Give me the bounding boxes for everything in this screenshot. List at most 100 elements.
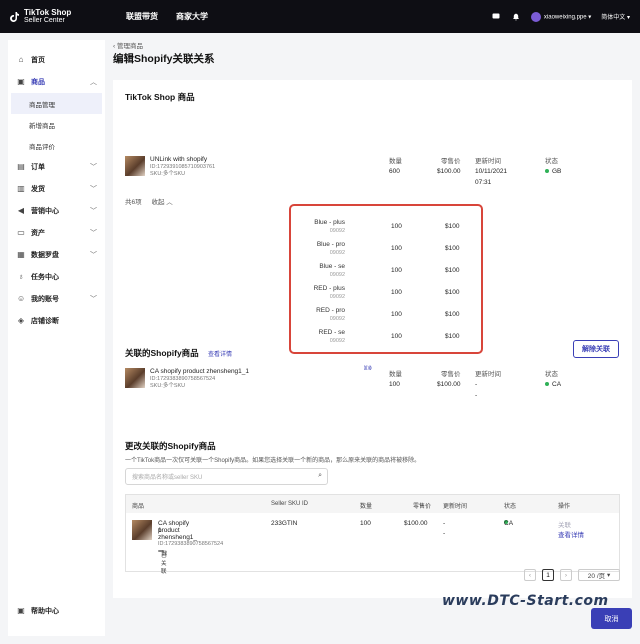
status-dot: [545, 169, 549, 174]
sidebar-item-product-manage[interactable]: 商品管理: [11, 93, 102, 114]
cancel-button[interactable]: 取消: [591, 608, 632, 629]
th-price: 零售价: [413, 504, 432, 510]
sidebar-item-add-product[interactable]: 新增商品: [8, 114, 105, 135]
sku-name: RED - plus: [313, 285, 345, 292]
sidebar: ⌂ 首页 ▣ 商品 ︿ 商品管理 新增商品 商品评价 ▤ 订单 ﹀ ▥ 发货 ﹀ ◀ 营销中心 ﹀…: [8, 40, 105, 636]
product-price: $100.00: [437, 168, 461, 175]
sidebar-item-tasks[interactable]: ♁ 任务中心: [8, 266, 105, 288]
collapse-toggle[interactable]: 收起 ︿: [151, 199, 172, 206]
product-name: UNLink with shopify: [150, 156, 208, 163]
chevron-down-icon: ﹀: [90, 252, 97, 259]
sidebar-item-products[interactable]: ▣ 商品 ︿: [8, 71, 105, 93]
shopify-product-table: 商品 Seller SKU ID 数量 零售价 更新时间 状态 操作 CA sh…: [125, 494, 620, 575]
chevron-down-icon: ﹀: [90, 230, 97, 237]
chevron-down-icon: ﹀: [90, 186, 97, 193]
order-icon: ▤: [17, 162, 25, 171]
next-page-button[interactable]: ›: [560, 569, 572, 581]
prev-page-button[interactable]: ‹: [524, 569, 536, 581]
sku-row: Blue - plus 09092 100 $100: [291, 217, 481, 239]
sidebar-item-assets[interactable]: ▭ 资产 ﹀: [8, 222, 105, 244]
search-icon[interactable]: ⌕: [318, 472, 322, 480]
row-product-id: ID:1729383890758567524: [158, 541, 224, 547]
sidebar-item-label: 资产: [31, 230, 45, 237]
col-price: 零售价: [441, 158, 461, 165]
product-updated: -: [475, 381, 478, 388]
status-badge: CA: [545, 381, 561, 388]
row-price: $100.00: [404, 520, 428, 527]
product-thumbnail: [132, 520, 152, 540]
truck-icon: ▥: [17, 184, 25, 193]
status-text: GB: [552, 168, 562, 175]
status-text: CA: [552, 381, 562, 388]
table-header: 商品 Seller SKU ID 数量 零售价 更新时间 状态 操作: [126, 495, 619, 513]
sku-code: 09092: [329, 250, 345, 256]
sku-name: Blue - se: [319, 263, 345, 270]
tiktok-product-card: TikTok Shop 商品 UNLink with shopify ID:17…: [113, 80, 632, 375]
sku-count-row: 共6项 收起 ︿: [125, 196, 173, 206]
view-details-action[interactable]: 查看详情: [558, 529, 584, 539]
message-icon[interactable]: [491, 12, 501, 22]
sidebar-item-label: 发货: [31, 186, 45, 193]
sidebar-item-reviews[interactable]: 商品评价: [8, 135, 105, 156]
sku-qty: 100: [391, 267, 402, 274]
link-icon: ⛓: [161, 551, 168, 557]
product-sku: SKU:多个SKU: [150, 382, 186, 389]
sku-price: $100: [445, 289, 460, 296]
sku-price: $100: [445, 245, 460, 252]
watermark: www.DTC-Start.com: [442, 593, 609, 609]
sidebar-item-marketing[interactable]: ◀ 营销中心 ﹀: [8, 200, 105, 222]
search-input[interactable]: 搜索商品名称或seller SKU ⌕: [125, 468, 328, 485]
sidebar-item-data-compass[interactable]: ▦ 数据罗盘 ﹀: [8, 244, 105, 266]
sidebar-item-shipping[interactable]: ▥ 发货 ﹀: [8, 178, 105, 200]
breadcrumb[interactable]: ‹ 管理商品: [113, 40, 632, 51]
row-sku-id: 233GTIN: [271, 520, 298, 527]
chevron-down-icon: ﹀: [90, 296, 97, 303]
product-thumbnail: [125, 368, 145, 388]
link-action[interactable]: 关联: [558, 519, 571, 529]
chevron-up-icon: ︿: [90, 79, 97, 86]
nav-academy[interactable]: 商家大学: [176, 11, 208, 22]
sidebar-item-account[interactable]: ☺ 我的账号 ﹀: [8, 288, 105, 310]
logo-subtitle: Seller Center: [24, 16, 65, 24]
sku-row: RED - plus 09092 100 $100: [291, 283, 481, 305]
nav-affiliate[interactable]: 联盟带货: [126, 11, 158, 22]
product-row: CA shopify product zhensheng1_1 ID:17293…: [125, 368, 249, 389]
sku-qty: 100: [391, 333, 402, 340]
sku-list-highlight: Blue - plus 09092 100 $100 Blue - pro 09…: [289, 204, 483, 354]
sidebar-item-label: 营销中心: [31, 208, 59, 215]
th-sku: Seller SKU ID: [271, 501, 309, 507]
chevron-down-icon: ﹀: [90, 208, 97, 215]
language-label: 简体中文: [601, 15, 626, 21]
bell-icon[interactable]: [511, 12, 521, 22]
product-sku: SKU:多个SKU: [150, 170, 186, 177]
status-dot: [545, 382, 549, 387]
page-size-select[interactable]: 20 /页 ▾: [578, 569, 620, 581]
sidebar-item-label: 订单: [31, 164, 45, 171]
chevron-down-icon: ﹀: [90, 164, 97, 171]
sku-count: 共6项: [125, 199, 142, 206]
avatar: [530, 11, 541, 22]
col-qty: 数量: [389, 371, 402, 378]
help-icon: ▣: [17, 606, 25, 615]
sidebar-item-orders[interactable]: ▤ 订单 ﹀: [8, 156, 105, 178]
collapse-label: 收起: [151, 199, 165, 206]
sku-qty: 100: [391, 289, 402, 296]
sidebar-item-diagnosis[interactable]: ◈ 店铺诊断: [8, 310, 105, 332]
sidebar-item-label: 我的账号: [31, 296, 59, 303]
sidebar-item-home[interactable]: ⌂ 首页: [8, 49, 105, 71]
sku-price: $100: [445, 223, 460, 230]
sku-code: 09092: [329, 228, 345, 234]
page-size-label: 20 /页: [587, 573, 606, 580]
sidebar-item-help[interactable]: ▣ 帮助中心: [8, 600, 59, 622]
sku-code: 09092: [329, 272, 345, 278]
view-details-link[interactable]: 查看详情: [208, 349, 232, 358]
unlink-button[interactable]: 解除关联: [573, 340, 619, 358]
page-title: 编辑Shopify关联关系: [113, 53, 215, 65]
sku-name: RED - pro: [316, 307, 345, 314]
user-menu[interactable]: xiaoweixing.ppe ▾: [530, 11, 591, 22]
logo[interactable]: TikTok Shop Seller Center: [9, 8, 114, 25]
language-select[interactable]: 简体中文 ▾: [601, 12, 630, 21]
product-updated-2: -: [475, 392, 478, 399]
page-number[interactable]: 1: [542, 569, 554, 581]
sidebar-item-label: 首页: [31, 57, 45, 64]
